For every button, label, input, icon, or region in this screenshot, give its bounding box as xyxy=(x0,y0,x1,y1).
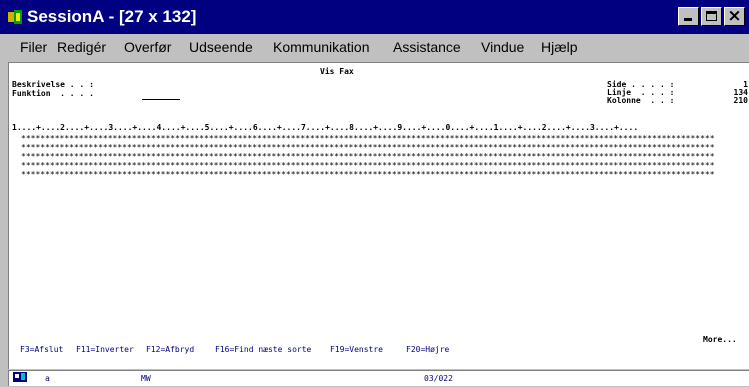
maximize-button[interactable] xyxy=(701,7,722,26)
menu-overfor[interactable]: Overfør xyxy=(124,39,171,55)
close-icon: × xyxy=(727,6,742,26)
fax-content: ****************************************… xyxy=(21,134,749,179)
fax-row: ****************************************… xyxy=(21,134,715,143)
label-funktion: Funktion . . . . xyxy=(12,89,94,98)
value-kolonne: 210 xyxy=(733,96,748,105)
menu-rediger[interactable]: Redigér xyxy=(57,39,106,55)
more-indicator: More... xyxy=(703,335,737,344)
terminal-window: SessionA - [27 x 132] × Filer Redigér Ov… xyxy=(0,0,749,387)
screen-heading: Vis Fax xyxy=(320,67,354,76)
menu-udseende[interactable]: Udseende xyxy=(189,39,253,55)
fkey-f3[interactable]: F3=Afslut xyxy=(20,345,63,354)
menu-hjaelp[interactable]: Hjælp xyxy=(541,39,578,55)
window-controls: × xyxy=(676,6,745,27)
status-indicator: MW xyxy=(141,374,151,383)
menu-kommunikation[interactable]: Kommunikation xyxy=(273,39,370,55)
label-kolonne: Kolonne . . : xyxy=(607,96,675,105)
fax-row: ****************************************… xyxy=(21,152,715,161)
funktion-input-field[interactable] xyxy=(142,99,180,100)
fax-row: ****************************************… xyxy=(21,161,715,170)
connection-icon xyxy=(13,372,27,382)
menu-filer[interactable]: Filer xyxy=(20,39,47,55)
status-mode: a xyxy=(45,374,50,383)
minimize-button[interactable] xyxy=(678,7,699,26)
fkey-f11[interactable]: F11=Inverter xyxy=(76,345,134,354)
maximize-icon xyxy=(706,11,717,21)
menu-bar: Filer Redigér Overfør Udseende Kommunika… xyxy=(0,34,749,62)
title-bar[interactable]: SessionA - [27 x 132] × xyxy=(0,0,749,34)
fkey-f20[interactable]: F20=Højre xyxy=(406,345,449,354)
menu-vindue[interactable]: Vindue xyxy=(481,39,524,55)
fkey-f19[interactable]: F19=Venstre xyxy=(330,345,383,354)
fax-row: ****************************************… xyxy=(21,170,715,179)
minimize-icon xyxy=(684,18,692,21)
window-title: SessionA - [27 x 132] xyxy=(27,7,197,26)
fax-row: ****************************************… xyxy=(21,143,715,152)
cursor-position: 03/022 xyxy=(424,374,453,383)
fkey-f16[interactable]: F16=Find næste sorte xyxy=(215,345,311,354)
terminal-screen[interactable]: Vis Fax Beskrivelse . . : Funktion . . .… xyxy=(8,62,749,369)
status-field: a MW 03/022 xyxy=(8,370,749,386)
ruler-text: 1....+....2....+....3....+....4....+....… xyxy=(12,123,639,132)
label-beskrivelse: Beskrivelse . . : xyxy=(12,80,94,89)
session-app-icon[interactable] xyxy=(8,10,22,24)
menu-assistance[interactable]: Assistance xyxy=(393,39,461,55)
close-button[interactable]: × xyxy=(724,6,745,26)
status-bar: a MW 03/022 xyxy=(0,369,749,387)
column-ruler: 1....+....2....+....3....+....4....+....… xyxy=(9,123,749,132)
fkey-f12[interactable]: F12=Afbryd xyxy=(146,345,194,354)
